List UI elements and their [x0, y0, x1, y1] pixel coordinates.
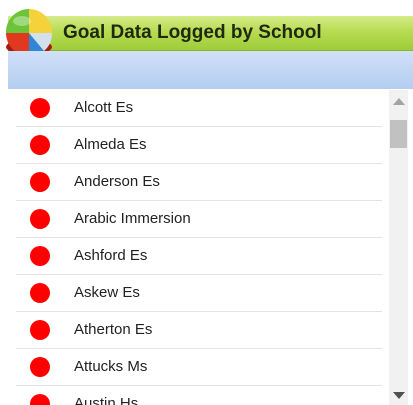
scroll-up-icon[interactable] [393, 98, 405, 105]
status-dot-icon [30, 283, 50, 303]
list-item[interactable]: Austin Hs [16, 386, 382, 405]
list-item[interactable]: Atherton Es [16, 312, 382, 349]
school-name: Arabic Immersion [74, 210, 191, 227]
status-dot-icon [30, 135, 50, 155]
status-dot-icon [30, 98, 50, 118]
widget-subheader [8, 51, 413, 89]
goal-data-widget: Goal Data Logged by School Alcott Es Alm… [0, 0, 413, 405]
status-dot-icon [30, 172, 50, 192]
status-dot-icon [30, 320, 50, 340]
widget-header: Goal Data Logged by School [8, 16, 413, 51]
status-dot-icon [30, 394, 50, 405]
list-item[interactable]: Attucks Ms [16, 349, 382, 386]
school-name: Atherton Es [74, 321, 153, 338]
list-item[interactable]: Almeda Es [16, 127, 382, 164]
school-name: Almeda Es [74, 136, 147, 153]
vertical-scrollbar[interactable] [389, 90, 408, 405]
school-name: Attucks Ms [74, 358, 148, 375]
widget-title: Goal Data Logged by School [63, 22, 322, 43]
list-item[interactable]: Arabic Immersion [16, 201, 382, 238]
status-dot-icon [30, 357, 50, 377]
school-name: Askew Es [74, 284, 140, 301]
list-item[interactable]: Alcott Es [16, 90, 382, 127]
status-dot-icon [30, 209, 50, 229]
scroll-thumb[interactable] [390, 120, 407, 148]
school-name: Anderson Es [74, 173, 160, 190]
list-item[interactable]: Anderson Es [16, 164, 382, 201]
scroll-down-icon[interactable] [393, 392, 405, 399]
list-item[interactable]: Ashford Es [16, 238, 382, 275]
school-name: Austin Hs [74, 395, 139, 405]
status-dot-icon [30, 246, 50, 266]
school-list: Alcott Es Almeda Es Anderson Es Arabic I… [16, 90, 382, 405]
school-name: Ashford Es [74, 247, 148, 264]
school-name: Alcott Es [74, 99, 134, 116]
list-item[interactable]: Askew Es [16, 275, 382, 312]
